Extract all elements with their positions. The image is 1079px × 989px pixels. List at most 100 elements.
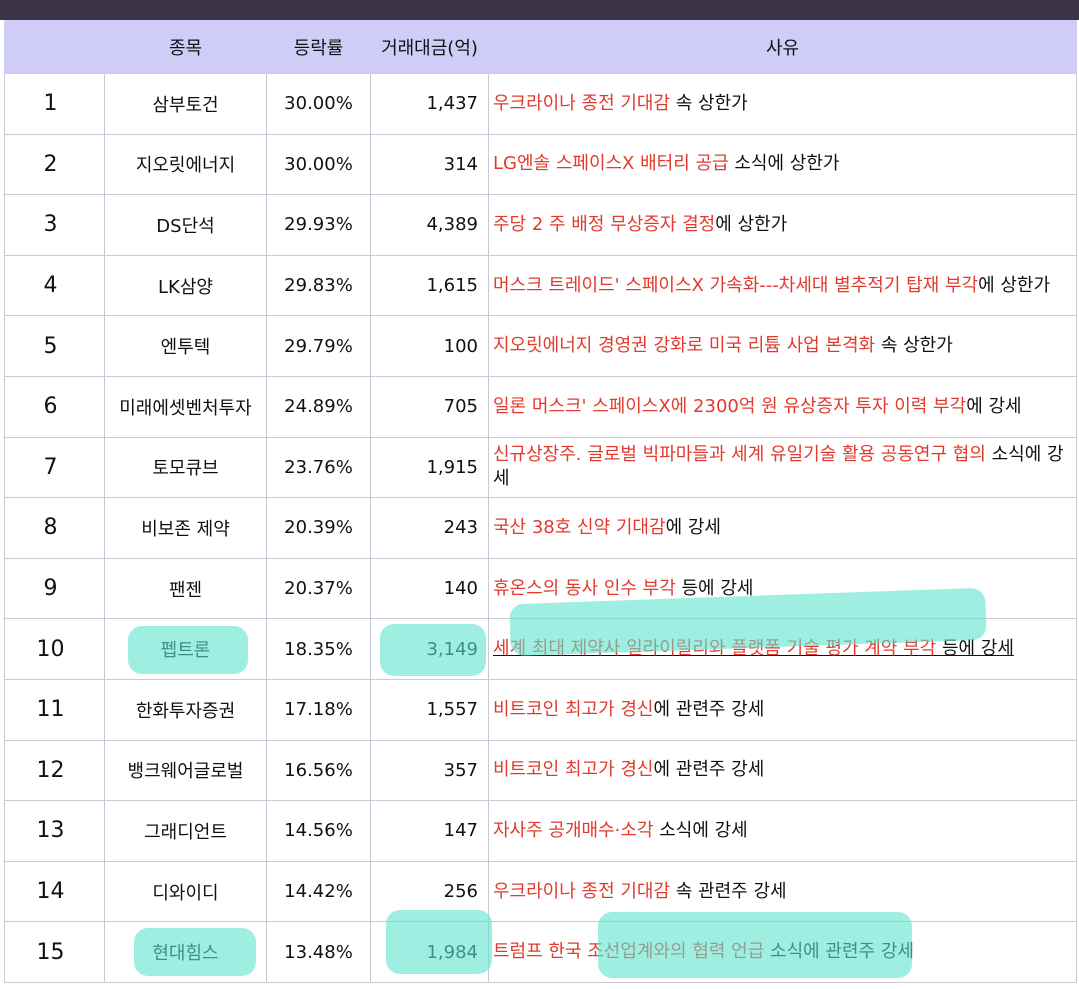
- header-volume: 거래대금(억): [370, 20, 489, 74]
- reason-cell: LG엔솔 스페이스X 배터리 공급 소식에 상한가: [488, 133, 1077, 196]
- reason-highlight: 자사주 공개매수·소각: [493, 819, 654, 841]
- reason-cell: 비트코인 최고가 경신에 관련주 강세: [488, 678, 1077, 741]
- reason-rest: 속 상한가: [875, 335, 953, 357]
- change-rate: 30.00%: [266, 73, 371, 135]
- change-rate: 14.56%: [266, 800, 371, 862]
- table-row: 10 펩트론 18.35% 3,149 세계 최대 제약사 일라이릴리와 플랫폼 기술 …: [4, 618, 1077, 680]
- reason-cell: 자사주 공개매수·소각 소식에 강세: [488, 800, 1077, 862]
- table-row: 14 디와이디 14.42% 256 우크라이나 종전 기대감 속 관련주 강세: [4, 860, 1077, 923]
- trade-volume: 1,557: [370, 678, 489, 741]
- reason-cell: 휴온스의 동사 인수 부각 등에 강세: [488, 557, 1077, 620]
- rank-cell: 9: [4, 557, 105, 620]
- change-rate: 29.79%: [266, 315, 371, 377]
- trade-volume: 1,915: [370, 436, 489, 499]
- reason-cell: 우크라이나 종전 기대감 속 상한가: [488, 73, 1077, 135]
- reason-cell: 일론 머스크' 스페이스X에 2300억 원 유상증자 투자 이력 부각에 강세: [488, 375, 1077, 438]
- rank-cell: 4: [4, 254, 105, 317]
- rank-cell: 11: [4, 678, 105, 741]
- change-rate: 23.76%: [266, 436, 371, 499]
- trade-volume: 1,437: [370, 73, 489, 135]
- reason-highlight: 국산 38호 신약 기대감: [493, 516, 666, 538]
- reason-cell: 신규상장주. 글로벌 빅파마들과 세계 유일기술 활용 공동연구 협의 소식에 …: [488, 436, 1077, 499]
- trade-volume: 147: [370, 800, 489, 862]
- reason-highlight: 비트코인 최고가 경신: [493, 698, 654, 720]
- rank-cell: 7: [4, 436, 105, 499]
- reason-cell: 트럼프 한국 조선업계와의 협력 언급 소식에 관련주 강세: [488, 921, 1077, 983]
- change-rate: 30.00%: [266, 133, 371, 196]
- stock-name: 팬젠: [104, 557, 267, 620]
- table-row: 6 미래에셋벤처투자 24.89% 705 일론 머스크' 스페이스X에 2300억 원…: [4, 375, 1077, 438]
- stock-name: 뱅크웨어글로벌: [104, 739, 267, 802]
- reason-highlight: 휴온스의 동사 인수 부각: [493, 577, 676, 599]
- rank-cell: 12: [4, 739, 105, 802]
- trade-volume: 256: [370, 860, 489, 923]
- change-rate: 29.93%: [266, 194, 371, 256]
- reason-highlight: 지오릿에너지 경영권 강화로 미국 리튬 사업 본격화: [493, 335, 876, 357]
- top-bar: [0, 0, 1079, 20]
- rank-cell: 8: [4, 497, 105, 559]
- change-rate: 24.89%: [266, 375, 371, 438]
- reason-cell: 주당 2 주 배정 무상증자 결정에 상한가: [488, 194, 1077, 256]
- stock-name: 펩트론: [104, 618, 267, 680]
- stock-name: 그래디언트: [104, 800, 267, 862]
- table-row: 13 그래디언트 14.56% 147 자사주 공개매수·소각 소식에 강세: [4, 800, 1077, 862]
- stock-name: 비보존 제약: [104, 497, 267, 559]
- stock-name: 디와이디: [104, 860, 267, 923]
- reason-rest: 소식에 상한가: [728, 153, 840, 175]
- rank-cell: 5: [4, 315, 105, 377]
- reason-rest: 속 상한가: [670, 92, 748, 114]
- reason-rest: 등에 강세: [936, 638, 1014, 660]
- table-row: 3 DS단석 29.93% 4,389 주당 2 주 배정 무상증자 결정에 상한가: [4, 194, 1077, 256]
- trade-volume: 4,389: [370, 194, 489, 256]
- reason-highlight: 트럼프 한국 조선업계와의 협력 언급: [493, 941, 765, 963]
- reason-highlight: 머스크 트레이드' 스페이스X 가속화---차세대 별추적기 탑재 부각: [493, 274, 979, 296]
- change-rate: 16.56%: [266, 739, 371, 802]
- reason-highlight: 세계 최대 제약사 일라이릴리와 플랫폼 기술 평가 계약 부각: [493, 638, 937, 660]
- trade-volume: 705: [370, 375, 489, 438]
- stock-name: 삼부토건: [104, 73, 267, 135]
- change-rate: 29.83%: [266, 254, 371, 317]
- stock-name: 현대힘스: [104, 921, 267, 983]
- change-rate: 13.48%: [266, 921, 371, 983]
- stock-name: 토모큐브: [104, 436, 267, 499]
- reason-rest: 에 강세: [665, 516, 721, 538]
- change-rate: 17.18%: [266, 678, 371, 741]
- table-row: 4 LK삼양 29.83% 1,615 머스크 트레이드' 스페이스X 가속화---차세…: [4, 254, 1077, 317]
- rank-cell: 14: [4, 860, 105, 923]
- header-rate: 등락률: [266, 20, 371, 74]
- table-row: 5 엔투텍 29.79% 100 지오릿에너지 경영권 강화로 미국 리튬 사업 본격화…: [4, 315, 1077, 377]
- reason-cell: 비트코인 최고가 경신에 관련주 강세: [488, 739, 1077, 802]
- header-name: 종목: [104, 20, 267, 74]
- reason-rest: 에 상한가: [715, 213, 788, 235]
- table-row: 1 삼부토건 30.00% 1,437 우크라이나 종전 기대감 속 상한가: [4, 73, 1077, 135]
- table-row: 11 한화투자증권 17.18% 1,557 비트코인 최고가 경신에 관련주 강세: [4, 678, 1077, 741]
- stock-name: 미래에셋벤처투자: [104, 375, 267, 438]
- reason-cell: 머스크 트레이드' 스페이스X 가속화---차세대 별추적기 탑재 부각에 상한…: [488, 254, 1077, 317]
- reason-cell: 지오릿에너지 경영권 강화로 미국 리튬 사업 본격화 속 상한가: [488, 315, 1077, 377]
- table-row: 9 팬젠 20.37% 140 휴온스의 동사 인수 부각 등에 강세: [4, 557, 1077, 620]
- change-rate: 20.37%: [266, 557, 371, 620]
- rank-cell: 1: [4, 73, 105, 135]
- trade-volume: 100: [370, 315, 489, 377]
- reason-rest: 에 관련주 강세: [653, 759, 765, 781]
- reason-rest: 에 관련주 강세: [653, 698, 765, 720]
- stock-name: 엔투텍: [104, 315, 267, 377]
- change-rate: 14.42%: [266, 860, 371, 923]
- stock-name: 지오릿에너지: [104, 133, 267, 196]
- table-row: 7 토모큐브 23.76% 1,915 신규상장주. 글로벌 빅파마들과 세계 유일기술…: [4, 436, 1077, 499]
- reason-rest: 속 관련주 강세: [670, 880, 787, 902]
- rank-cell: 2: [4, 133, 105, 196]
- trade-volume: 357: [370, 739, 489, 802]
- rank-cell: 10: [4, 618, 105, 680]
- trade-volume: 1,615: [370, 254, 489, 317]
- stock-name: 한화투자증권: [104, 678, 267, 741]
- table-row: 12 뱅크웨어글로벌 16.56% 357 비트코인 최고가 경신에 관련주 강세: [4, 739, 1077, 802]
- trade-volume: 140: [370, 557, 489, 620]
- change-rate: 20.39%: [266, 497, 371, 559]
- reason-highlight: 신규상장주. 글로벌 빅파마들과 세계 유일기술 활용 공동연구 협의: [493, 444, 986, 466]
- stock-name: DS단석: [104, 194, 267, 256]
- reason-rest: 에 강세: [966, 395, 1022, 417]
- header-reason: 사유: [488, 20, 1077, 74]
- trade-volume: 1,984: [370, 921, 489, 983]
- table-row: 8 비보존 제약 20.39% 243 국산 38호 신약 기대감에 강세: [4, 497, 1077, 559]
